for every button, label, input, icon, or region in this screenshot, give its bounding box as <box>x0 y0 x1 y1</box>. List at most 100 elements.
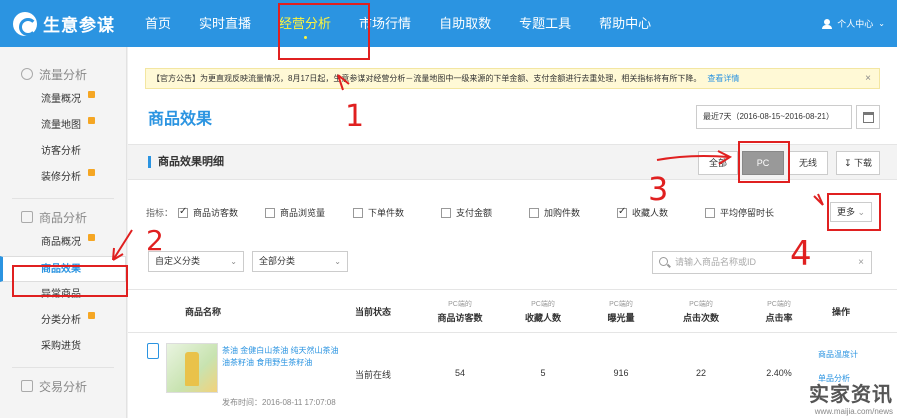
checkbox-icon <box>441 207 451 218</box>
column-header-exposure[interactable]: PC端的 曝光量 <box>586 290 656 332</box>
column-header-actions: 操作 <box>831 306 850 317</box>
metric-checkbox-order-items[interactable]: 下单件数 <box>353 206 404 219</box>
metric-checkbox-visitors[interactable]: 商品访客数 <box>178 206 238 219</box>
sidebar-item-category-analysis[interactable]: 分类分析 <box>0 308 126 334</box>
metric-checkbox-pageviews[interactable]: 商品浏览量 <box>265 206 325 219</box>
metric-checkbox-payment[interactable]: 支付金额 <box>441 206 492 219</box>
search-placeholder: 请输入商品名称或ID <box>675 257 757 267</box>
metric-selector: 指标： 商品访客数 商品浏览量 下单件数 支付金额 加购件数 收藏人数 平均停留… <box>128 202 897 226</box>
clear-icon[interactable]: × <box>858 252 864 273</box>
custom-category-select[interactable]: 自定义分类 ⌄ <box>148 251 244 272</box>
download-label: 下载 <box>854 158 873 168</box>
column-header-ctr[interactable]: PC端的 点击率 <box>744 290 814 332</box>
new-badge-icon <box>88 117 95 124</box>
calendar-button[interactable] <box>856 105 880 129</box>
top-navigation-bar: 生意参谋 首页 实时直播 经营分析 市场行情 自助取数 专题工具 帮助中心 个人… <box>0 0 897 47</box>
metric-checkbox-label: 商品浏览量 <box>280 208 326 218</box>
mobile-icon <box>147 343 159 359</box>
sidebar-item-product-effect[interactable]: 商品效果 <box>0 256 126 282</box>
logo-icon <box>13 11 37 36</box>
close-icon[interactable]: × <box>865 69 871 88</box>
metric-checkbox-label: 收藏人数 <box>632 208 669 218</box>
product-thermometer-link[interactable]: 商品温度计 <box>818 349 858 360</box>
cell-clicks: 22 <box>695 368 706 378</box>
all-category-select[interactable]: 全部分类 ⌄ <box>252 251 348 272</box>
metric-checkbox-avg-stay[interactable]: 平均停留时长 <box>705 206 774 219</box>
eye-icon <box>21 68 33 80</box>
sidebar-group-trade[interactable]: 交易分析 <box>0 373 126 399</box>
table-row: 茶油 金健白山茶油 纯天然山茶油 油茶籽油 食用野生茶籽油 发布时间：2016-… <box>128 333 897 418</box>
more-metrics-dropdown[interactable]: 更多 ⌄ <box>830 202 872 222</box>
checkbox-icon <box>529 207 539 218</box>
nav-item-help[interactable]: 帮助中心 <box>585 0 665 47</box>
nav-item-market[interactable]: 市场行情 <box>345 0 425 47</box>
segment-all[interactable]: 全部 <box>698 151 738 175</box>
sidebar-item-label: 商品概况 <box>41 237 81 248</box>
checkbox-icon <box>705 207 715 218</box>
metric-checkbox-favorites[interactable]: 收藏人数 <box>617 206 668 219</box>
sidebar-item-traffic-map[interactable]: 流量地图 <box>0 113 126 139</box>
cell-ctr: 2.40% <box>766 368 792 378</box>
product-name-link[interactable]: 茶油 金健白山茶油 纯天然山茶油 油茶籽油 食用野生茶籽油 <box>222 345 346 369</box>
user-center-menu[interactable]: 个人中心 ⌄ <box>822 0 885 47</box>
checkbox-icon <box>265 207 275 218</box>
product-thumbnail[interactable] <box>166 343 218 393</box>
chevron-down-icon: ⌄ <box>878 19 885 28</box>
column-header-status[interactable]: 当前状态 <box>343 290 403 332</box>
product-search-input[interactable]: 请输入商品名称或ID × <box>652 251 872 274</box>
select-value: 全部分类 <box>259 256 296 266</box>
app-name: 生意参谋 <box>43 16 115 35</box>
sidebar-group-product[interactable]: 商品分析 <box>0 204 126 230</box>
sidebar-item-label: 异常商品 <box>41 289 81 300</box>
segment-wireless[interactable]: 无线 <box>788 151 828 175</box>
sidebar-item-label: 装修分析 <box>41 172 81 183</box>
new-badge-icon <box>88 91 95 98</box>
section-title: 商品效果明细 <box>148 156 224 168</box>
sidebar-group-label: 交易分析 <box>39 379 88 394</box>
sidebar-group-label: 商品分析 <box>39 210 88 225</box>
cell-exposure: 916 <box>613 368 629 378</box>
watermark-url: www.maijia.com/news <box>814 407 893 416</box>
segment-pc[interactable]: PC <box>742 151 784 175</box>
sidebar-divider <box>12 367 114 368</box>
box-icon <box>21 211 33 223</box>
sidebar-item-product-overview[interactable]: 商品概况 <box>0 230 126 256</box>
chevron-down-icon: ⌄ <box>857 207 866 217</box>
metric-checkbox-label: 加购件数 <box>544 208 581 218</box>
announcement-details-link[interactable]: 查看详情 <box>707 74 739 83</box>
app-logo[interactable]: 生意参谋 <box>13 11 131 36</box>
sidebar-item-abnormal-products[interactable]: 异常商品 <box>0 282 126 308</box>
column-header-product-name: 商品名称 <box>184 306 221 317</box>
date-range-picker[interactable]: 最近7天（2016-08-15~2016-08-21） <box>696 105 852 129</box>
cell-favorites: 5 <box>540 368 546 378</box>
calendar-icon <box>863 112 874 123</box>
main-nav: 首页 实时直播 经营分析 市场行情 自助取数 专题工具 帮助中心 <box>131 0 665 47</box>
nav-item-home[interactable]: 首页 <box>131 0 185 47</box>
nav-item-tools[interactable]: 专题工具 <box>505 0 585 47</box>
metric-checkbox-cart-items[interactable]: 加购件数 <box>529 206 580 219</box>
nav-item-self-service[interactable]: 自助取数 <box>425 0 505 47</box>
nav-item-business-analysis[interactable]: 经营分析 <box>265 0 345 47</box>
column-header-clicks[interactable]: PC端的 点击次数 <box>666 290 736 332</box>
more-label: 更多 <box>837 207 856 217</box>
column-header-visitors[interactable]: PC端的 商品访客数 <box>420 290 500 332</box>
sidebar-item-label: 分类分析 <box>41 315 81 326</box>
sidebar-item-purchasing[interactable]: 采购进货 <box>0 334 126 360</box>
publish-time: 发布时间：2016-08-11 17:07:08 <box>222 398 336 407</box>
download-button[interactable]: ↧ 下载 <box>836 151 880 175</box>
nav-item-realtime[interactable]: 实时直播 <box>185 0 265 47</box>
sidebar-item-decoration-analysis[interactable]: 装修分析 <box>0 165 126 191</box>
metric-checkbox-label: 平均停留时长 <box>720 208 775 218</box>
watermark: 实家资讯 www.maijia.com/news <box>809 378 893 416</box>
search-icon <box>659 257 668 266</box>
cart-icon <box>21 380 33 392</box>
section-header: 商品效果明细 全部 PC 无线 ↧ 下载 <box>128 144 897 180</box>
sidebar-item-visitor-analysis[interactable]: 访客分析 <box>0 139 126 165</box>
new-badge-icon <box>88 234 95 241</box>
metric-label: 指标： <box>146 208 174 218</box>
checkbox-icon <box>178 206 188 218</box>
sidebar-group-traffic[interactable]: 流量分析 <box>0 61 126 87</box>
metric-checkbox-label: 支付金额 <box>456 208 493 218</box>
sidebar-item-traffic-overview[interactable]: 流量概况 <box>0 87 126 113</box>
column-header-favorites[interactable]: PC端的 收藏人数 <box>508 290 578 332</box>
